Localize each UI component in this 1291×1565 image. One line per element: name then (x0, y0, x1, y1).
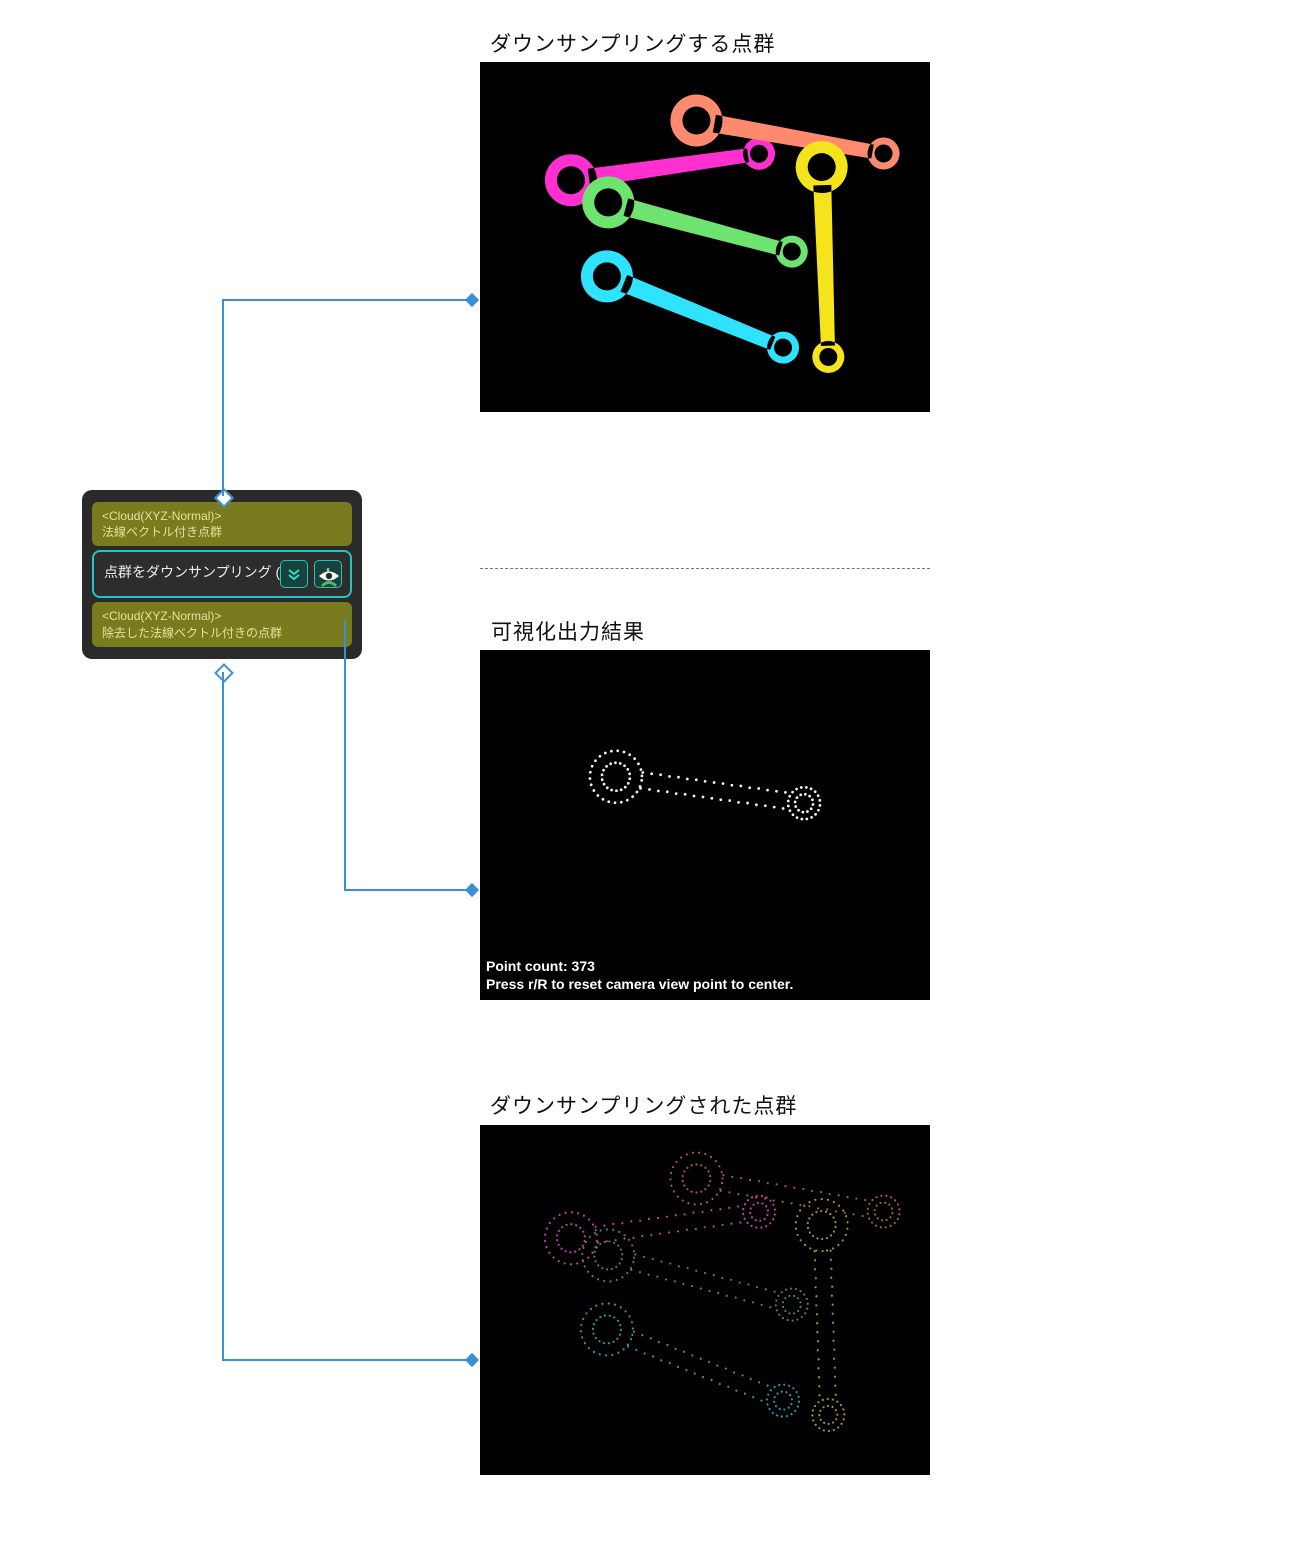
output-pointcloud-image (480, 1125, 930, 1475)
heading-input: ダウンサンプリングする点群 (490, 28, 775, 58)
double-chevron-down-icon (287, 567, 301, 581)
input-port-label: 法線ベクトル付き点群 (102, 524, 342, 540)
input-port-type: <Cloud(XYZ-Normal)> (102, 508, 342, 524)
input-port[interactable]: <Cloud(XYZ-Normal)> 法線ベクトル付き点群 (92, 502, 352, 546)
step-node[interactable]: <Cloud(XYZ-Normal)> 法線ベクトル付き点群 点群をダウンサンプ… (82, 490, 362, 659)
section-divider (480, 568, 930, 569)
visualized-pointcloud-image (480, 650, 930, 1000)
input-pointcloud-image (480, 62, 930, 412)
input-viewer[interactable] (480, 62, 930, 412)
expand-button[interactable] (280, 560, 308, 588)
heading-visualized: 可視化出力結果 (491, 616, 645, 646)
node-body[interactable]: 点群をダウンサンプリング (1) (92, 550, 352, 598)
point-count-text: Point count: 373 (486, 958, 595, 974)
output-port-label: 除去した法線ベクトル付きの点群 (102, 625, 342, 641)
visualize-button[interactable] (318, 569, 340, 590)
heading-output: ダウンサンプリングされた点群 (490, 1090, 797, 1120)
output-port-connector[interactable] (214, 663, 234, 683)
output-viewer[interactable] (480, 1125, 930, 1475)
eye-icon (318, 569, 340, 587)
reset-hint-text: Press r/R to reset camera view point to … (486, 976, 793, 992)
output-port-type: <Cloud(XYZ-Normal)> (102, 608, 342, 624)
visualized-viewer[interactable]: Point count: 373 Press r/R to reset came… (480, 650, 930, 1000)
output-port[interactable]: <Cloud(XYZ-Normal)> 除去した法線ベクトル付きの点群 (92, 602, 352, 646)
